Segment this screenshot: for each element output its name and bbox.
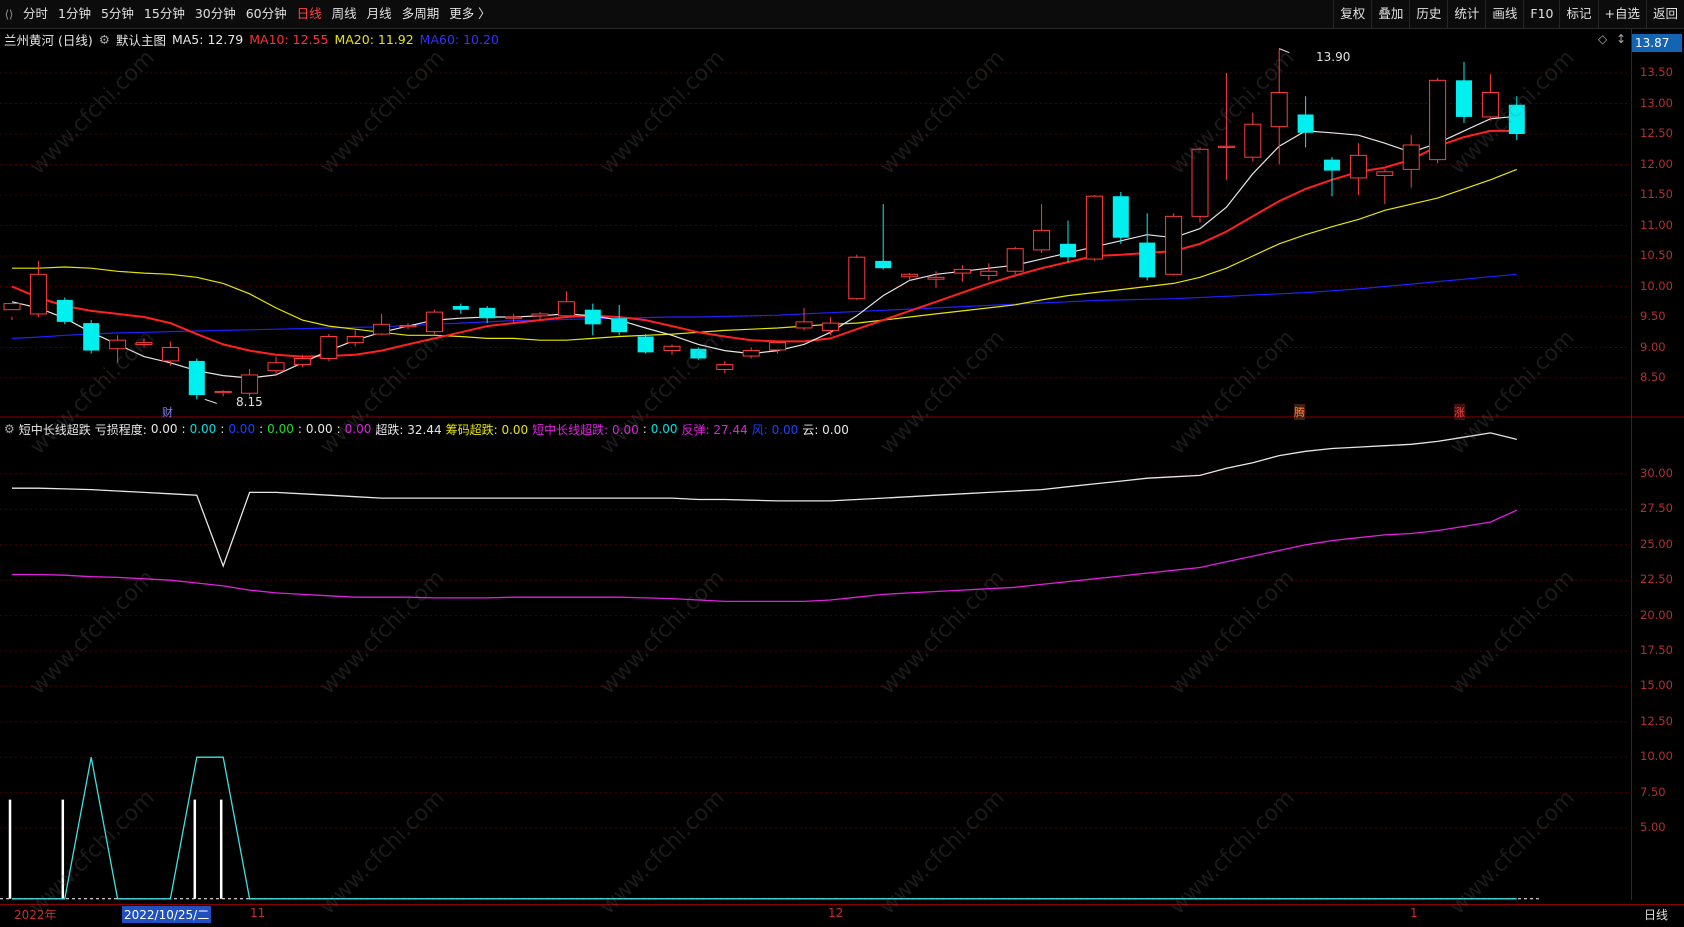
candle-down: [1297, 114, 1314, 133]
candle-up: [901, 273, 919, 278]
candle-up: [505, 316, 523, 319]
candle-up: [346, 336, 364, 344]
candle-up: [821, 322, 839, 331]
price-tick: 10.00: [1640, 278, 1673, 293]
candle-up: [1244, 123, 1262, 158]
candle-down: [637, 336, 654, 353]
candle-up: [557, 301, 575, 317]
candle-up: [927, 276, 945, 280]
low-price-label: 8.15: [236, 395, 263, 409]
candle-up: [1085, 195, 1103, 260]
candle-down: [875, 260, 892, 269]
price-tick: 9.00: [1640, 339, 1666, 354]
date-month-12: 12: [828, 906, 844, 920]
candle-up: [214, 390, 232, 394]
candle-up: [161, 347, 179, 362]
indicator-tick: 15.00: [1640, 678, 1673, 693]
period-label[interactable]: 日线: [1644, 906, 1668, 923]
candle-up: [769, 342, 787, 351]
candle-up: [980, 270, 998, 277]
indicator-tick: 12.50: [1640, 713, 1673, 728]
indicator-tick: 30.00: [1640, 466, 1673, 480]
candle-up: [373, 323, 391, 335]
price-tick: 11.50: [1640, 187, 1673, 201]
date-month-11: 11: [250, 906, 266, 920]
candle-up: [1006, 248, 1024, 272]
candle-up: [848, 256, 866, 300]
indicator-tick: 17.50: [1640, 643, 1673, 657]
candle-up: [716, 364, 734, 370]
price-tick: 13.50: [1640, 65, 1673, 79]
chaodie-line: [12, 432, 1517, 568]
event-mark-teng[interactable]: 腾: [1294, 404, 1305, 420]
high-price-label: 13.90: [1316, 50, 1351, 64]
indicator-tick: 22.50: [1640, 572, 1673, 587]
candle-down: [611, 318, 628, 333]
price-tick: 11.00: [1640, 217, 1673, 232]
candle-down: [188, 360, 205, 396]
indicator-tick: 7.50: [1640, 784, 1666, 799]
candle-down: [83, 323, 100, 351]
indicator-tick: 20.00: [1640, 607, 1673, 622]
candle-down: [584, 309, 601, 325]
price-tick: 10.50: [1640, 248, 1673, 262]
candle-up: [399, 325, 417, 328]
candle-up: [320, 336, 338, 359]
candle-down: [1456, 80, 1472, 117]
price-tick: 13.00: [1640, 95, 1673, 110]
price-tick: 9.50: [1640, 309, 1666, 323]
candle-up: [742, 350, 760, 357]
candle-up: [1165, 215, 1183, 275]
candle-up: [795, 321, 813, 329]
candle-up: [953, 268, 971, 274]
candle-down: [1112, 196, 1129, 238]
candle-down: [1324, 159, 1340, 171]
candle-up: [1402, 144, 1420, 170]
candle-up: [293, 357, 311, 366]
date-month-1: 1: [1410, 906, 1418, 920]
candle-down: [56, 299, 73, 322]
low-pointer: [204, 398, 217, 404]
event-mark-cai[interactable]: 财: [162, 404, 173, 420]
candle-up: [1429, 79, 1447, 161]
price-tick: 8.50: [1640, 370, 1666, 384]
candle-up: [1033, 229, 1051, 251]
candle-up: [241, 374, 259, 394]
chart-svg[interactable]: [0, 0, 1684, 926]
candle-up: [1376, 171, 1394, 176]
candle-down: [1139, 242, 1156, 278]
candle-up: [3, 303, 21, 311]
candle-down: [1060, 243, 1076, 258]
indicator-tick: 25.00: [1640, 536, 1673, 551]
date-selected: 2022/10/25/二: [122, 906, 212, 923]
candle-up: [1270, 92, 1288, 128]
candle-up: [1217, 145, 1235, 148]
indicator-tick: 27.50: [1640, 501, 1673, 516]
indicator-tick: 10.00: [1640, 749, 1673, 764]
candle-down: [479, 307, 496, 319]
price-tick: 12.50: [1640, 126, 1673, 140]
candle-up: [1349, 154, 1367, 179]
candle-down: [452, 306, 469, 310]
price-tick: 12.00: [1640, 156, 1673, 171]
indicator-tick: 5.00: [1640, 820, 1666, 834]
candle-up: [663, 345, 681, 352]
event-mark-zhang[interactable]: 涨: [1454, 404, 1465, 420]
candle-up: [267, 362, 285, 372]
candle-up: [531, 313, 549, 317]
candle-up: [29, 273, 47, 315]
